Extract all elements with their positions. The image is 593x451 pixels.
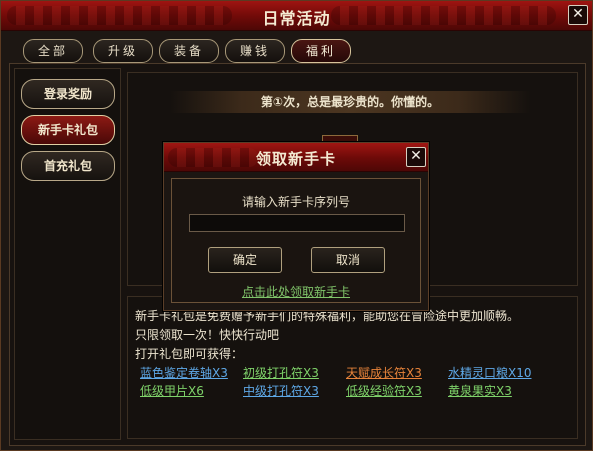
reward-blue-identify-scroll[interactable]: 蓝色鉴定卷轴X3 (140, 364, 228, 381)
redeem-card-dialog: 领取新手卡 ✕ 请输入新手卡序列号 确定 取消 点击此处领取新手卡 (163, 142, 429, 311)
sidebar-item-first-recharge-gift[interactable]: 首充礼包 (21, 151, 115, 181)
reward-mid-punch-charm[interactable]: 中级打孔符X3 (243, 382, 319, 399)
serial-number-input[interactable] (189, 214, 405, 232)
serial-prompt-label: 请输入新手卡序列号 (241, 195, 350, 209)
window-title: 日常活动 (262, 9, 331, 28)
reward-low-exp-charm[interactable]: 低级经验符X3 (346, 382, 422, 399)
gift-description-panel: 新手卡礼包是免费赠予新手们的特殊福利，能助您在冒险途中更加顺畅。 只限领取一次！… (127, 296, 578, 439)
tab-welfare[interactable]: 福利 (291, 39, 351, 63)
tab-earn-money[interactable]: 赚钱 (225, 39, 285, 63)
reward-water-spirit-ration[interactable]: 水精灵口粮X10 (448, 364, 532, 381)
tab-upgrade[interactable]: 升级 (93, 39, 153, 63)
description-line-2: 只限领取一次！快快行动吧 (135, 328, 280, 342)
dialog-close-button[interactable]: ✕ (406, 147, 426, 167)
claim-card-link[interactable]: 点击此处领取新手卡 (172, 283, 420, 300)
sidebar-item-login-reward[interactable]: 登录奖励 (21, 79, 115, 109)
tab-all[interactable]: 全部 (23, 39, 83, 63)
sidebar-item-newbie-card-gift[interactable]: 新手卡礼包 (21, 115, 115, 145)
cancel-button[interactable]: 取消 (311, 247, 385, 273)
reward-yellow-spring-fruit[interactable]: 黄泉果实X3 (448, 382, 512, 399)
window-close-button[interactable]: ✕ (568, 5, 588, 25)
sidebar: 登录奖励 新手卡礼包 首充礼包 (14, 68, 121, 440)
confirm-button[interactable]: 确定 (208, 247, 282, 273)
dialog-title: 领取新手卡 (255, 150, 336, 168)
reward-talent-growth-charm[interactable]: 天赋成长符X3 (346, 364, 422, 381)
banner-text: 第①次，总是最珍贵的。你懂的。 (170, 91, 530, 113)
tab-equipment[interactable]: 装备 (159, 39, 219, 63)
dialog-body: 请输入新手卡序列号 确定 取消 点击此处领取新手卡 (171, 178, 421, 303)
dialog-titlebar[interactable]: 领取新手卡 ✕ (164, 143, 428, 172)
window-titlebar[interactable]: 日常活动 ✕ (1, 1, 592, 31)
reward-basic-punch-charm[interactable]: 初级打孔符X3 (243, 364, 319, 381)
description-line-3: 打开礼包即可获得： (135, 347, 244, 361)
reward-low-armor-plate[interactable]: 低级甲片X6 (140, 382, 204, 399)
